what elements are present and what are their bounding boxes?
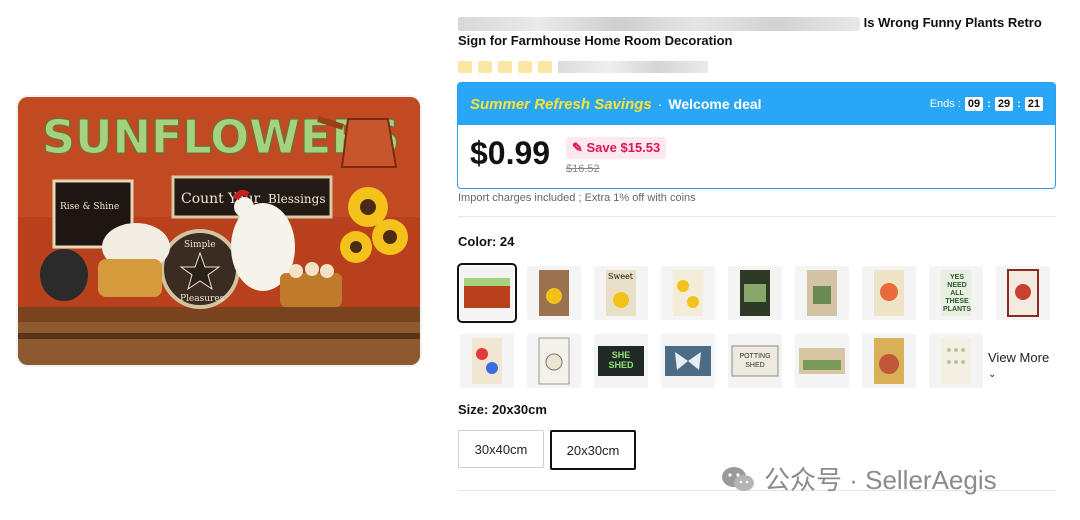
blurred-title-text <box>458 16 860 31</box>
star-icon <box>478 61 492 73</box>
color-swatch[interactable] <box>527 334 581 388</box>
save-badge: ✎ Save $15.53 <box>566 137 667 159</box>
color-swatch[interactable] <box>728 266 782 320</box>
ends-label: Ends : <box>929 98 961 110</box>
size-label: Size: 20x30cm <box>458 402 547 417</box>
deal-tag: Welcome deal <box>668 96 762 112</box>
divider <box>458 216 1056 217</box>
blurred-rating-text <box>558 61 708 73</box>
sign-middle-a: Count <box>181 191 224 207</box>
color-swatch[interactable] <box>795 334 849 388</box>
original-price: $16.52 <box>566 163 600 175</box>
sign-left-text: Rise & Shine <box>60 202 119 212</box>
deal-box: Summer Refresh Savings · Welcome deal En… <box>457 82 1056 189</box>
chevron-down-icon: ⌄ <box>988 369 997 380</box>
watermark-text: 公众号 · SellerAegis <box>764 465 997 495</box>
color-swatch[interactable] <box>527 266 581 320</box>
countdown: Ends : 09 : 29 : 21 <box>930 97 1043 111</box>
product-main-image[interactable]: SUNFLOWERS Rise & Shine Count Your Bless… <box>18 97 420 365</box>
view-more-label: View More <box>988 350 1050 365</box>
star-icon <box>518 61 532 73</box>
size-option-20x30[interactable]: 20x30cm <box>550 430 636 470</box>
color-swatch[interactable] <box>929 334 983 388</box>
view-more-link[interactable]: View More ⌄ <box>988 350 1058 380</box>
sign-middle-c: Blessings <box>268 192 325 206</box>
current-price: $0.99 <box>470 135 551 171</box>
color-swatch[interactable] <box>862 334 916 388</box>
thumb-label: Sweet <box>608 272 634 281</box>
product-title: Is Wrong Funny Plants Retro Sign for Far… <box>458 14 1058 50</box>
product-title-line2: Sign for Farmhouse Home Room Decoration <box>458 33 733 48</box>
color-swatch[interactable] <box>862 266 916 320</box>
color-swatch[interactable] <box>996 266 1050 320</box>
color-swatch[interactable] <box>457 263 517 323</box>
rating-row <box>458 60 708 74</box>
tag-icon: ✎ <box>572 140 587 155</box>
product-title-tail: Is Wrong Funny Plants Retro <box>863 15 1042 30</box>
deal-separator: · <box>657 96 663 112</box>
color-swatch[interactable]: SHE SHED <box>594 334 648 388</box>
color-swatch[interactable]: Sweet <box>594 266 648 320</box>
plaque-top: Simple <box>184 240 216 250</box>
size-option-30x40[interactable]: 30x40cm <box>458 430 544 468</box>
thumb-label: POTTING SHED <box>739 353 771 369</box>
deal-header: Summer Refresh Savings · Welcome deal En… <box>458 83 1055 125</box>
plaque-bottom: Pleasures <box>180 294 225 304</box>
countdown-hours: 09 <box>964 97 984 111</box>
star-icon <box>498 61 512 73</box>
color-swatch[interactable]: YES NEED ALL THESE PLANTS <box>929 266 983 320</box>
watermark: 公众号 · SellerAegis <box>720 460 997 497</box>
color-swatch[interactable] <box>460 334 514 388</box>
deal-price-area: $0.99 ✎ Save $15.53 $16.52 <box>458 125 1055 187</box>
color-swatch[interactable] <box>661 266 715 320</box>
thumb-label: SHE SHED <box>608 350 634 370</box>
star-icon <box>538 61 552 73</box>
star-icon <box>458 61 472 73</box>
countdown-seconds: 21 <box>1024 97 1043 111</box>
color-swatch[interactable] <box>661 334 715 388</box>
deal-name: Summer Refresh Savings <box>470 95 652 113</box>
countdown-minutes: 29 <box>994 97 1014 111</box>
wechat-icon <box>722 466 754 491</box>
import-note: Import charges included ; Extra 1% off w… <box>458 192 696 204</box>
color-swatch[interactable] <box>795 266 849 320</box>
color-label: Color: 24 <box>458 234 515 249</box>
thumb-label: YES NEED ALL THESE PLANTS <box>943 274 971 313</box>
sunflower-sign-illustration: SUNFLOWERS Rise & Shine Count Your Bless… <box>18 97 420 365</box>
color-swatch[interactable]: POTTING SHED <box>728 334 782 388</box>
save-amount: Save $15.53 <box>586 140 661 155</box>
